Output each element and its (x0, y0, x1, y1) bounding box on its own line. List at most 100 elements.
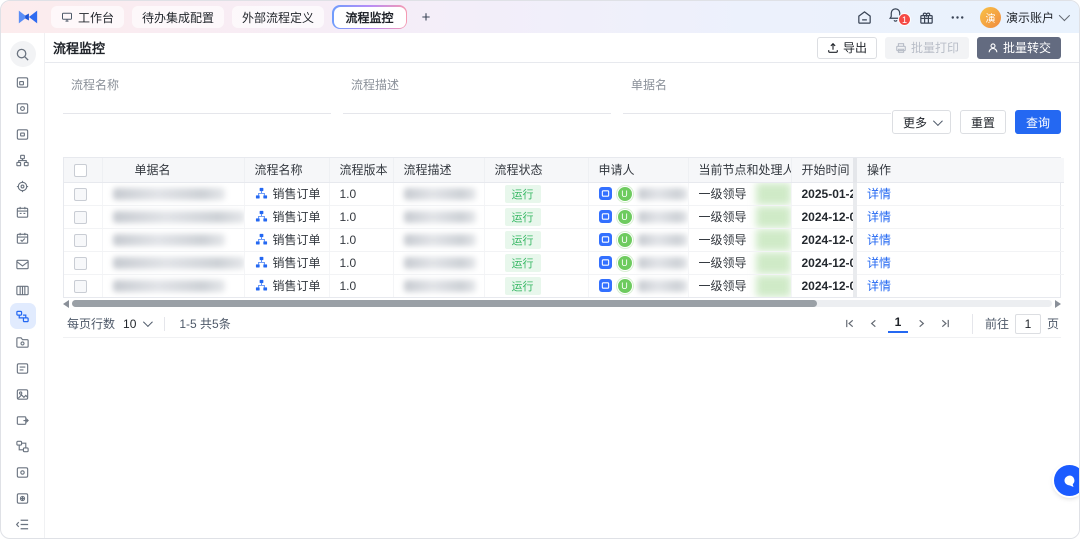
account-name: 演示账户 (1006, 9, 1054, 26)
batch-print-button[interactable]: 批量打印 (885, 37, 969, 59)
scroll-right-icon[interactable] (1055, 300, 1061, 308)
process-version: 1.0 (340, 256, 357, 270)
last-page-button[interactable] (936, 314, 956, 334)
gift-icon[interactable] (918, 9, 935, 26)
redacted-applicant-name (638, 280, 688, 292)
more-options-icon[interactable] (949, 9, 966, 26)
sidebar-item-6[interactable] (10, 199, 36, 225)
form-icon (15, 361, 30, 376)
start-time: 2024-12-09 16 (802, 210, 856, 224)
grid-columns-icon (15, 283, 30, 298)
main-content: 流程监控 导出 批量打印 批量转交 (45, 33, 1079, 538)
sidebar-collapse-button[interactable] (10, 511, 36, 537)
process-type-icon (255, 233, 268, 246)
rows-per-page-select[interactable]: 10 (123, 317, 165, 331)
scroll-left-icon[interactable] (63, 300, 69, 308)
sidebar-item-1[interactable] (10, 69, 36, 95)
goto-page-input[interactable] (1015, 314, 1041, 334)
sidebar-item-13[interactable] (10, 407, 36, 433)
process-name: 销售订单 (273, 185, 321, 202)
process-version: 1.0 (340, 210, 357, 224)
redacted-applicant-name (638, 211, 688, 223)
more-filters-button[interactable]: 更多 (892, 110, 951, 134)
top-bar: 工作台 待办集成配置 外部流程定义 流程监控 + (1, 1, 1079, 33)
tab-external-process-definition[interactable]: 外部流程定义 (232, 6, 324, 28)
applicant-avatar: U (617, 209, 633, 225)
sidebar-item-3[interactable] (10, 121, 36, 147)
chat-fab-button[interactable] (1054, 465, 1080, 496)
box-icon (15, 465, 30, 480)
tab-process-monitor-active[interactable]: 流程监控 (332, 5, 407, 29)
scrollbar-thumb[interactable] (72, 300, 817, 307)
topbar-right-cluster: 1 演 演示账户 (856, 6, 1067, 28)
home-icon[interactable] (856, 9, 873, 26)
app-window: 工作台 待办集成配置 外部流程定义 流程监控 + (0, 0, 1080, 539)
export-window-icon (15, 413, 30, 428)
prev-page-button[interactable] (864, 314, 884, 334)
current-page[interactable]: 1 (888, 315, 908, 333)
detail-link[interactable]: 详情 (867, 256, 891, 270)
sidebar-item-2[interactable] (10, 95, 36, 121)
process-type-icon (255, 210, 268, 223)
filter-process-description-input[interactable]: 流程描述 (343, 76, 611, 114)
redacted-applicant-name (638, 188, 688, 200)
detail-link[interactable]: 详情 (867, 187, 891, 201)
mail-icon (15, 257, 30, 272)
tab-todo-integration-config[interactable]: 待办集成配置 (132, 6, 224, 28)
sidebar-item-12[interactable] (10, 381, 36, 407)
reset-button[interactable]: 重置 (960, 110, 1006, 134)
row-checkbox[interactable] (74, 234, 87, 247)
process-name: 销售订单 (273, 277, 321, 294)
applicant-avatar: U (617, 186, 633, 202)
horizontal-scrollbar[interactable] (63, 299, 1061, 308)
person-icon (987, 42, 999, 54)
calendar-icon (15, 205, 30, 220)
detail-link[interactable]: 详情 (867, 279, 891, 293)
search-icon (15, 47, 30, 62)
sidebar-item-9[interactable] (10, 277, 36, 303)
sidebar-item-15[interactable] (10, 459, 36, 485)
node-name: 一级领导 (699, 254, 747, 271)
row-checkbox[interactable] (74, 280, 87, 293)
process-name: 销售订单 (273, 208, 321, 225)
sidebar-item-11[interactable] (10, 355, 36, 381)
col-header-action: 操作 (855, 158, 1064, 182)
chevron-down-icon (1059, 10, 1070, 21)
page-title: 流程监控 (53, 38, 105, 57)
batch-transfer-button[interactable]: 批量转交 (977, 37, 1061, 59)
process-name: 销售订单 (273, 231, 321, 248)
sidebar-item-14[interactable] (10, 433, 36, 459)
applicant-avatar: U (617, 255, 633, 271)
sidebar-item-7[interactable] (10, 225, 36, 251)
notifications[interactable]: 1 (887, 6, 904, 28)
query-button[interactable]: 查询 (1015, 110, 1061, 134)
sidebar-search[interactable] (10, 41, 36, 67)
row-checkbox[interactable] (74, 188, 87, 201)
scrollbar-track[interactable] (72, 300, 1052, 307)
sidebar-item-8[interactable] (10, 251, 36, 277)
process-version: 1.0 (340, 279, 357, 293)
detail-link[interactable]: 详情 (867, 233, 891, 247)
sidebar-item-5[interactable] (10, 173, 36, 199)
row-checkbox[interactable] (74, 211, 87, 224)
image-icon (15, 387, 30, 402)
sidebar-item-process-monitor-active[interactable] (10, 303, 36, 329)
filter-process-name-input[interactable]: 流程名称 (63, 76, 331, 114)
detail-link[interactable]: 详情 (867, 210, 891, 224)
sidebar-item-4[interactable] (10, 147, 36, 173)
next-page-button[interactable] (912, 314, 932, 334)
account-menu[interactable]: 演 演示账户 (980, 7, 1067, 28)
row-checkbox[interactable] (74, 257, 87, 270)
sidebar-item-10[interactable] (10, 329, 36, 355)
first-page-button[interactable] (840, 314, 860, 334)
new-tab-button[interactable]: + (415, 6, 437, 28)
export-button[interactable]: 导出 (817, 37, 877, 59)
filter-document-name-input[interactable]: 单据名 (623, 76, 891, 114)
tab-workbench[interactable]: 工作台 (51, 6, 124, 28)
avatar: 演 (980, 7, 1001, 28)
card-icon (15, 101, 30, 116)
panel-icon (15, 75, 30, 90)
sidebar-item-16[interactable] (10, 485, 36, 511)
applicant-app-icon (599, 256, 612, 269)
select-all-checkbox[interactable] (74, 164, 87, 177)
